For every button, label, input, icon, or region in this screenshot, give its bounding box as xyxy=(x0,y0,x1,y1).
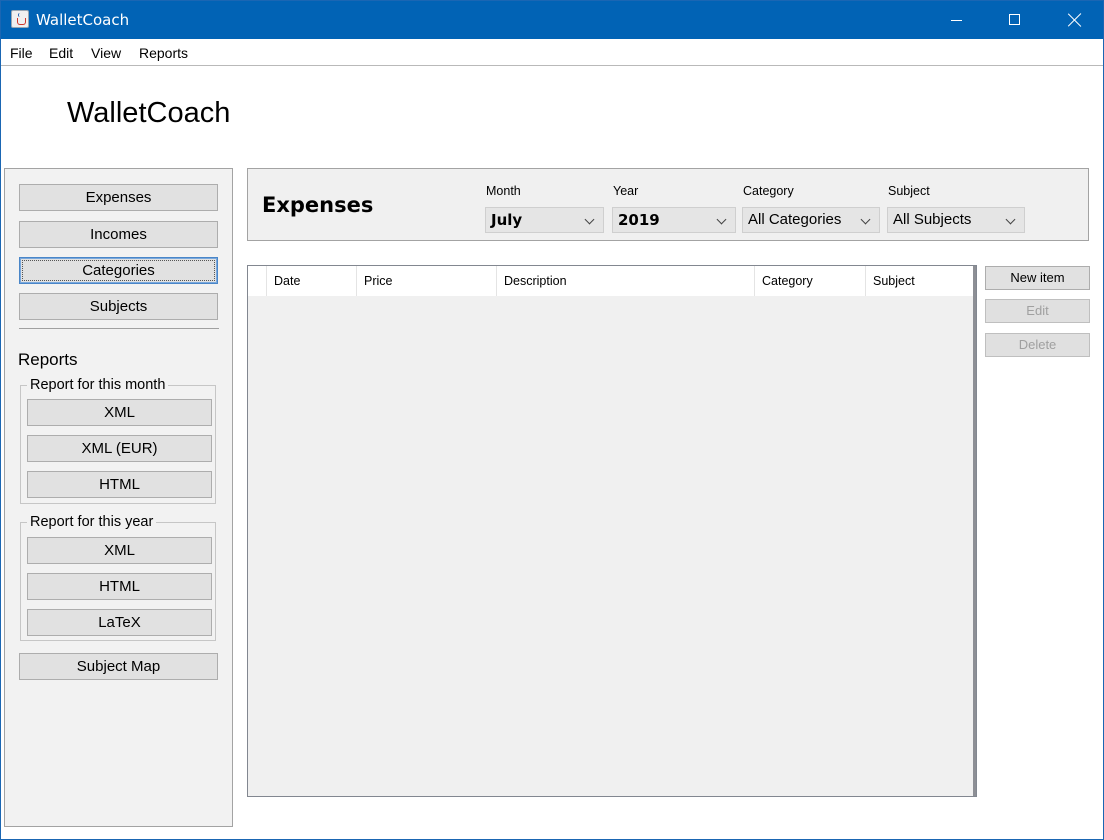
maximize-icon xyxy=(1009,14,1020,25)
section-title: Expenses xyxy=(262,193,374,217)
menu-view[interactable]: View xyxy=(91,45,121,61)
chevron-down-icon xyxy=(1005,214,1016,225)
app-heading: WalletCoach xyxy=(67,97,231,129)
year-select[interactable]: 2019 xyxy=(612,207,736,233)
column-header-price[interactable]: Price xyxy=(357,266,497,296)
subject-select[interactable]: All Subjects xyxy=(887,207,1025,233)
column-header-description[interactable]: Description xyxy=(497,266,755,296)
focus-ring xyxy=(22,260,215,281)
column-header-subject[interactable]: Subject xyxy=(866,266,976,296)
month-xml-eur-button[interactable]: XML (EUR) xyxy=(27,435,212,462)
reports-label: Reports xyxy=(18,350,78,369)
filter-panel: Expenses Month July Year 2019 Category A… xyxy=(247,168,1089,241)
maximize-button[interactable] xyxy=(985,1,1043,39)
expenses-button[interactable]: Expenses xyxy=(19,184,218,211)
subject-map-button[interactable]: Subject Map xyxy=(19,653,218,680)
menu-edit[interactable]: Edit xyxy=(49,45,73,61)
new-item-button[interactable]: New item xyxy=(985,266,1090,290)
title-bar: WalletCoach xyxy=(1,1,1103,39)
menu-bar: File Edit View Reports xyxy=(1,39,1103,66)
year-select-value: 2019 xyxy=(618,211,660,229)
sidebar-divider xyxy=(19,328,219,329)
year-report-group-title: Report for this year xyxy=(27,514,157,530)
app-window: WalletCoach File Edit View Reports Walle… xyxy=(0,0,1104,840)
menu-file[interactable]: File xyxy=(10,45,33,61)
menu-reports[interactable]: Reports xyxy=(139,45,188,61)
month-report-group-title: Report for this month xyxy=(27,377,169,393)
year-label: Year xyxy=(613,184,639,198)
year-report-group: Report for this year XML HTML LaTeX xyxy=(20,514,216,641)
subject-label: Subject xyxy=(888,184,930,198)
year-html-button[interactable]: HTML xyxy=(27,573,212,600)
chevron-down-icon xyxy=(584,214,595,225)
edit-button[interactable]: Edit xyxy=(985,299,1090,323)
category-select[interactable]: All Categories xyxy=(742,207,880,233)
close-icon xyxy=(1068,13,1082,27)
month-report-group: Report for this month XML XML (EUR) HTML xyxy=(20,377,216,504)
delete-button[interactable]: Delete xyxy=(985,333,1090,357)
minimize-icon xyxy=(951,20,962,21)
table-right-border xyxy=(973,266,976,796)
month-select-value: July xyxy=(491,211,523,229)
chevron-down-icon xyxy=(860,214,871,225)
minimize-button[interactable] xyxy=(927,1,985,39)
chevron-down-icon xyxy=(716,214,727,225)
category-select-value: All Categories xyxy=(748,211,842,228)
table-header: Date Price Description Category Subject xyxy=(248,266,976,296)
year-latex-button[interactable]: LaTeX xyxy=(27,609,212,636)
month-html-button[interactable]: HTML xyxy=(27,471,212,498)
window-title: WalletCoach xyxy=(36,11,130,29)
subjects-button[interactable]: Subjects xyxy=(19,293,218,320)
expenses-table[interactable]: Date Price Description Category Subject xyxy=(247,265,977,797)
row-header-column xyxy=(248,266,267,296)
subject-select-value: All Subjects xyxy=(893,211,972,228)
year-xml-button[interactable]: XML xyxy=(27,537,212,564)
month-xml-button[interactable]: XML xyxy=(27,399,212,426)
close-button[interactable] xyxy=(1045,1,1103,39)
column-header-category[interactable]: Category xyxy=(755,266,866,296)
month-select[interactable]: July xyxy=(485,207,604,233)
month-label: Month xyxy=(486,184,521,198)
sidebar: Expenses Incomes Categories Subjects Rep… xyxy=(4,168,233,827)
java-app-icon xyxy=(11,10,29,28)
category-label: Category xyxy=(743,184,794,198)
column-header-date[interactable]: Date xyxy=(267,266,357,296)
incomes-button[interactable]: Incomes xyxy=(19,221,218,248)
categories-button[interactable]: Categories xyxy=(19,257,218,284)
